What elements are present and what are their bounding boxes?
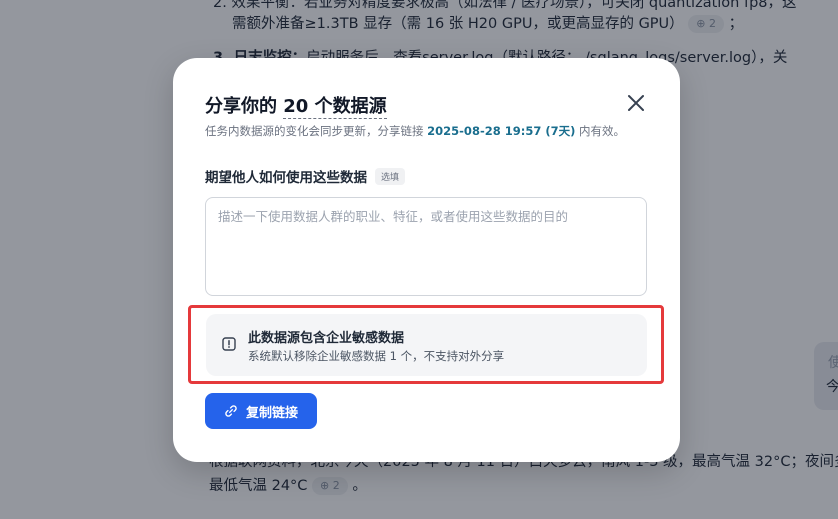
subtitle-suffix: 内有效。 [575,124,625,138]
notice-title: 此数据源包含企业敏感数据 [248,331,405,346]
subtitle-prefix: 任务内数据源的变化会同步更新，分享链接 [205,124,428,138]
optional-tag: 选填 [375,167,406,185]
usage-label-text: 期望他人如何使用这些数据 [205,170,367,186]
datasource-count[interactable]: 20 个数据源 [283,96,387,119]
dialog-title-prefix: 分享你的 [205,96,284,117]
notice-description: 系统默认移除企业敏感数据 1 个，不支持对外分享 [248,349,505,363]
expiry-date: 2025-08-28 19:57 (7天) [427,124,576,138]
dialog-subtitle: 任务内数据源的变化会同步更新，分享链接 2025-08-28 19:57 (7天… [205,123,625,139]
usage-description-input[interactable] [205,197,647,296]
dialog-title: 分享你的 20 个数据源 [205,92,387,119]
close-icon [628,95,644,111]
alert-icon [222,337,236,351]
share-dialog: 分享你的 20 个数据源 任务内数据源的变化会同步更新，分享链接 2025-08… [173,58,680,462]
close-button[interactable] [624,91,648,115]
copy-link-label: 复制链接 [245,405,298,421]
copy-link-button[interactable]: 复制链接 [205,393,317,429]
usage-field-label: 期望他人如何使用这些数据 选填 [205,166,406,186]
link-icon [225,405,237,417]
sensitive-data-notice: 此数据源包含企业敏感数据 系统默认移除企业敏感数据 1 个，不支持对外分享 [206,314,647,376]
